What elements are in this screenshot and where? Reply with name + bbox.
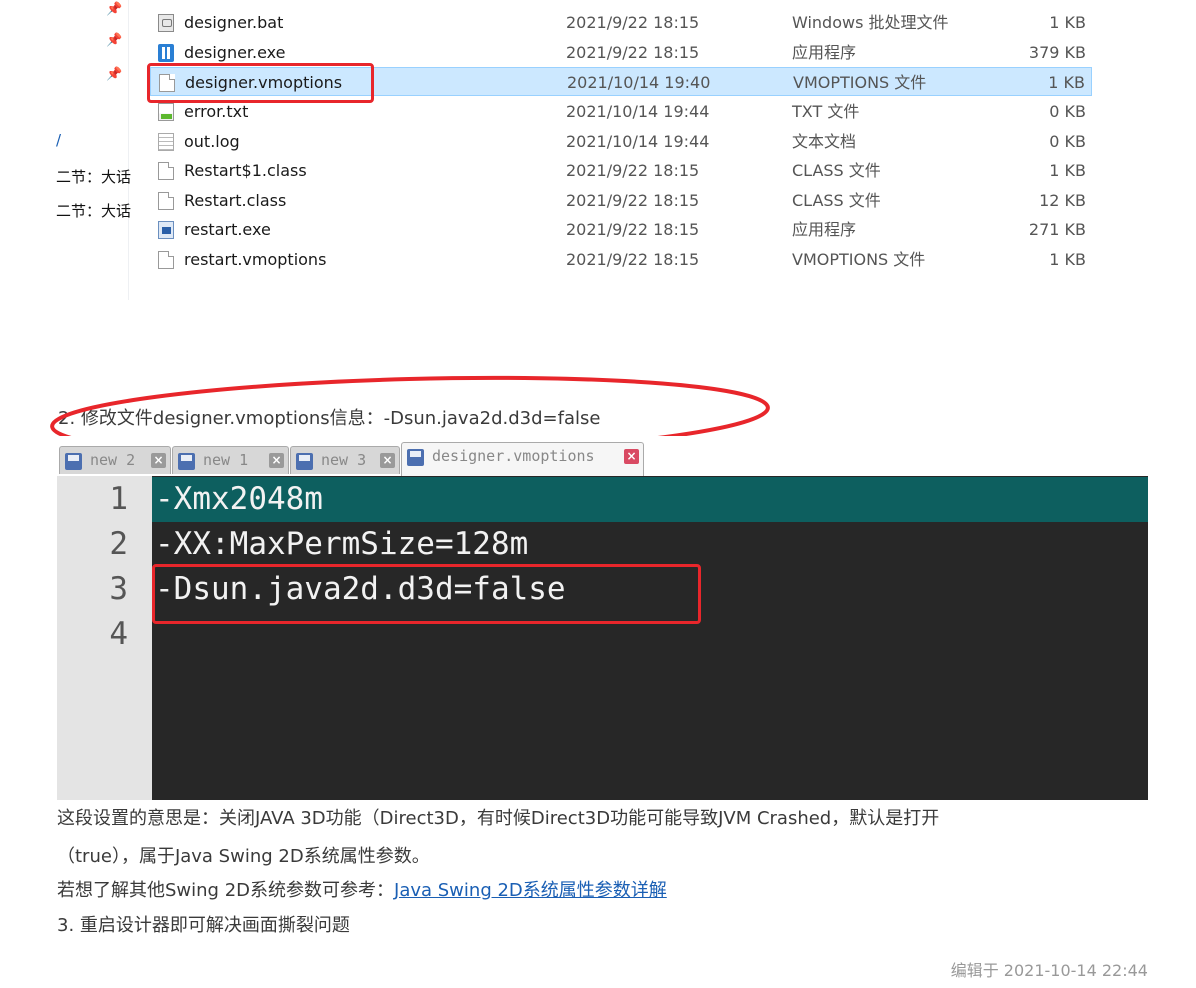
file-name: designer.bat: [184, 13, 284, 32]
reference-prefix: 若想了解其他Swing 2D系统参数可参考：: [57, 880, 395, 901]
text-file-icon: [158, 103, 174, 121]
file-date: 2021/9/22 18:15: [566, 13, 700, 32]
tab-new-2[interactable]: new 2 ×: [59, 446, 171, 474]
file-name: restart.exe: [184, 220, 271, 239]
file-name: out.log: [184, 132, 240, 151]
file-type: VMOPTIONS 文件: [792, 250, 926, 269]
line-number: 2: [109, 526, 128, 562]
explanation-line-2: （true），属于Java Swing 2D系统属性参数。: [57, 846, 430, 867]
navigation-pane: 📌 📌 📌 / 二节：大话 二节：大话: [0, 0, 131, 300]
document-icon: [158, 251, 174, 269]
tab-label: new 1: [203, 451, 249, 469]
file-size: 1 KB: [1049, 250, 1086, 269]
close-icon[interactable]: ×: [151, 453, 166, 468]
file-size: 12 KB: [1039, 191, 1086, 210]
line-number: 4: [109, 616, 128, 652]
close-icon[interactable]: ×: [380, 453, 395, 468]
file-size: 1 KB: [1049, 13, 1086, 32]
reference-link[interactable]: Java Swing 2D系统属性参数详解: [394, 880, 667, 901]
file-size: 0 KB: [1049, 102, 1086, 121]
file-row[interactable]: Restart$1.class 2021/9/22 18:15 CLASS 文件…: [150, 156, 1092, 185]
line-number: 1: [109, 481, 128, 517]
tab-label: new 3: [321, 451, 367, 469]
save-icon: [178, 453, 195, 470]
file-date: 2021/10/14 19:44: [566, 132, 710, 151]
file-size: 1 KB: [1049, 161, 1086, 180]
nav-item[interactable]: 二节：大话: [56, 166, 131, 187]
app-window-icon: [158, 221, 174, 239]
tab-label: designer.vmoptions: [432, 447, 595, 465]
file-date: 2021/10/14 19:44: [566, 102, 710, 121]
pin-icon[interactable]: 📌: [106, 67, 122, 83]
line-number: 3: [109, 571, 128, 607]
file-type: 应用程序: [792, 220, 857, 239]
log-file-icon: [158, 133, 174, 151]
tab-new-1[interactable]: new 1 ×: [172, 446, 289, 474]
code-editor: new 2 × new 1 × new 3 × designer.vmoptio…: [57, 436, 1148, 800]
file-type: VMOPTIONS 文件: [793, 73, 927, 92]
explanation-line-1: 这段设置的意思是：关闭JAVA 3D功能（Direct3D，有时候Direct3…: [57, 808, 940, 829]
save-icon: [65, 453, 82, 470]
nav-link-fragment[interactable]: /: [56, 131, 61, 149]
file-type: CLASS 文件: [792, 161, 881, 180]
file-date: 2021/9/22 18:15: [566, 191, 700, 210]
file-row[interactable]: designer.bat 2021/9/22 18:15 Windows 批处理…: [150, 8, 1092, 37]
file-row[interactable]: restart.vmoptions 2021/9/22 18:15 VMOPTI…: [150, 245, 1092, 274]
file-row[interactable]: out.log 2021/10/14 19:44 文本文档 0 KB: [150, 127, 1092, 156]
file-type: TXT 文件: [792, 102, 860, 121]
close-icon[interactable]: ×: [624, 449, 639, 464]
file-type: 应用程序: [792, 43, 857, 62]
file-date: 2021/9/22 18:15: [566, 43, 700, 62]
tab-designer-vmoptions[interactable]: designer.vmoptions ×: [401, 442, 644, 476]
file-size: 271 KB: [1028, 220, 1086, 239]
file-size: 1 KB: [1048, 73, 1085, 92]
file-type: 文本文档: [792, 132, 857, 151]
file-size: 379 KB: [1028, 43, 1086, 62]
document-icon: [158, 192, 174, 210]
file-date: 2021/10/14 19:40: [567, 73, 711, 92]
document-icon: [158, 162, 174, 180]
code-line[interactable]: -Xmx2048m: [152, 477, 1148, 522]
file-name: restart.vmoptions: [184, 250, 327, 269]
file-row[interactable]: Restart.class 2021/9/22 18:15 CLASS 文件 1…: [150, 186, 1092, 215]
file-date: 2021/9/22 18:15: [566, 220, 700, 239]
file-name: Restart$1.class: [184, 161, 307, 180]
pin-icon[interactable]: 📌: [106, 2, 122, 18]
code-area[interactable]: -Xmx2048m -XX:MaxPermSize=128m -Dsun.jav…: [152, 476, 1148, 800]
file-explorer: 📌 📌 📌 / 二节：大话 二节：大话 designer.bat 2021/9/…: [0, 0, 1196, 300]
file-row[interactable]: restart.exe 2021/9/22 18:15 应用程序 271 KB: [150, 215, 1092, 244]
edited-timestamp: 编辑于 2021-10-14 22:44: [950, 961, 1148, 980]
file-date: 2021/9/22 18:15: [566, 250, 700, 269]
exe-icon: [158, 44, 174, 62]
reference-line: 若想了解其他Swing 2D系统参数可参考：Java Swing 2D系统属性参…: [57, 879, 667, 903]
save-icon: [407, 449, 424, 466]
file-type: CLASS 文件: [792, 191, 881, 210]
highlight-box-filename: [147, 63, 374, 103]
line-number-gutter: 1 2 3 4: [57, 476, 152, 800]
tab-label: new 2: [90, 451, 136, 469]
highlight-box-code-line: [152, 564, 701, 624]
file-size: 0 KB: [1049, 132, 1086, 151]
file-date: 2021/9/22 18:15: [566, 161, 700, 180]
close-icon[interactable]: ×: [269, 453, 284, 468]
batch-file-icon: [158, 14, 174, 32]
file-name: Restart.class: [184, 191, 287, 210]
tab-new-3[interactable]: new 3 ×: [290, 446, 400, 474]
save-icon: [296, 453, 313, 470]
step3-instruction: 3. 重启设计器即可解决画面撕裂问题: [57, 915, 350, 936]
editor-tab-bar: new 2 × new 1 × new 3 × designer.vmoptio…: [57, 436, 1148, 476]
nav-item[interactable]: 二节：大话: [56, 200, 131, 221]
code-line[interactable]: -XX:MaxPermSize=128m: [152, 522, 1148, 567]
file-type: Windows 批处理文件: [792, 13, 949, 32]
pin-icon[interactable]: 📌: [106, 33, 122, 49]
